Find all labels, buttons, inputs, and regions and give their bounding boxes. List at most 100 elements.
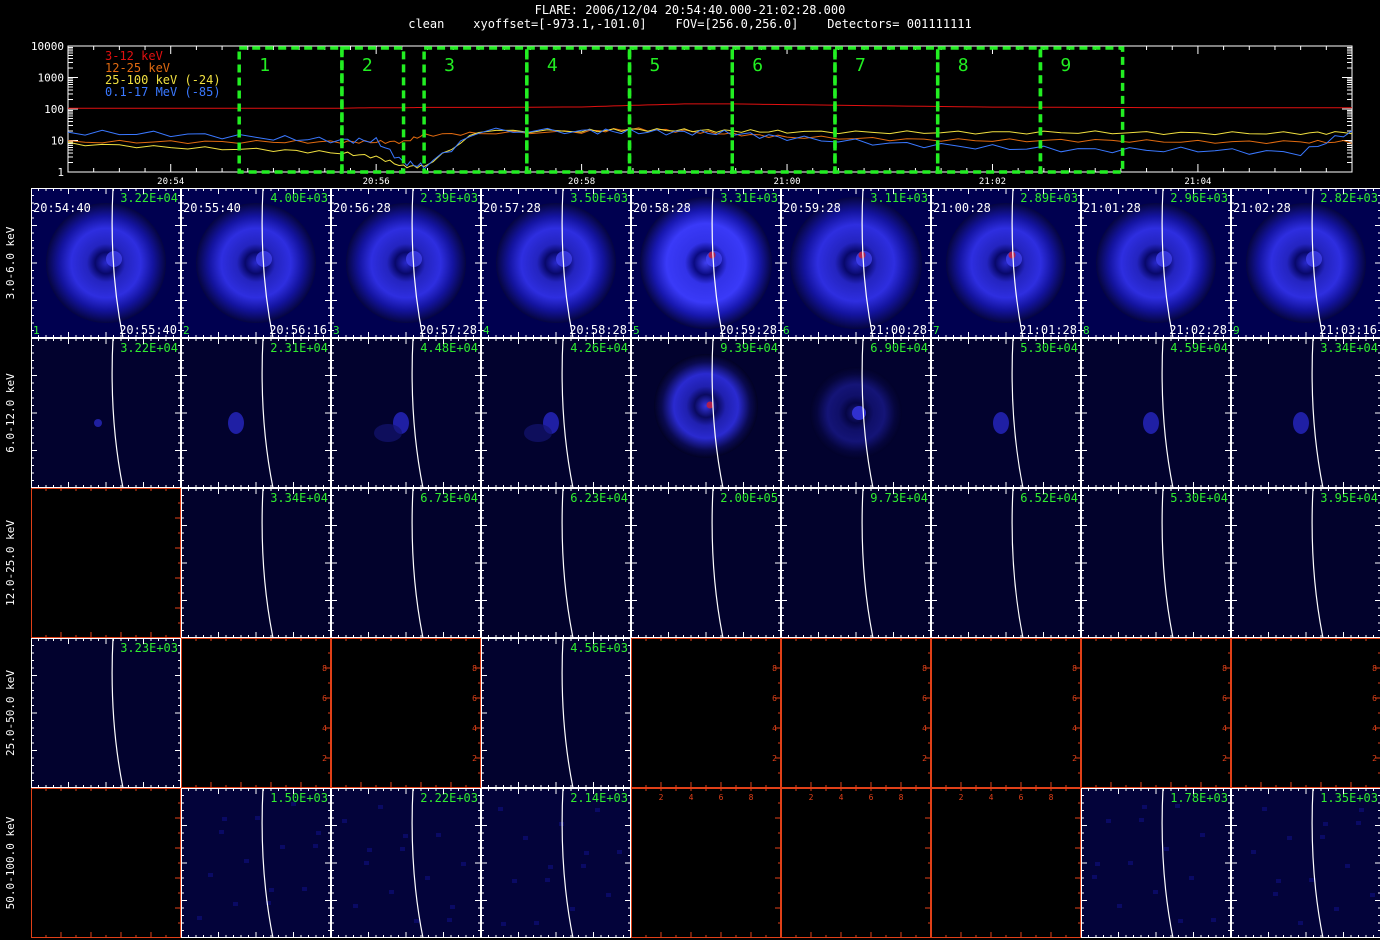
noise-speck [461,862,466,866]
interval-label: 9 [1060,55,1071,76]
panel-background [331,638,481,788]
panel-max-value: 6.90E+04 [870,341,928,355]
panel-max-value: 5.30E+04 [1170,491,1228,505]
noise-speck [1164,847,1169,851]
image-panel: 1.78E+03 [1081,787,1231,939]
image-panel-grid: 3.0-6.0 keV 6.0-12.0 keV 12.0-25.0 keV 25.0… [4,187,1380,939]
image-panel: 9.39E+04 [631,337,781,489]
image-panel: 3.22E+04 [31,337,181,489]
noise-speck [436,833,441,837]
empty-axis-label: 2 [1072,754,1077,763]
noise-speck [559,822,564,826]
source-halo [524,424,552,442]
noise-speck [1345,864,1350,868]
panel-background [181,338,331,488]
panel-max-value: 2.89E+03 [1020,191,1078,205]
panel-max-value: 2.14E+03 [570,791,628,805]
empty-axis-label: 6 [472,694,477,703]
interval-box-4 [525,46,632,174]
noise-speck [570,907,575,911]
interval-box-7 [833,46,940,174]
interval-label: 7 [855,55,866,76]
noise-speck [280,845,285,849]
image-panel [31,788,181,938]
panel-max-value: 4.48E+04 [420,341,478,355]
image-panel: 2.31E+04 [181,337,331,489]
noise-speck [1298,921,1303,925]
source-blob [228,412,244,434]
image-panel: 4.48E+04 [331,337,481,489]
source-core [708,251,716,259]
source-image [496,203,616,323]
image-panel: 1.35E+03 [1231,787,1380,939]
panel-background [181,788,331,938]
image-panel: 6.73E+04 [331,487,481,639]
empty-axis-label: 6 [869,793,874,802]
noise-speck [1320,835,1325,839]
empty-axis-label: 6 [1019,793,1024,802]
panel-max-value: 3.50E+03 [570,191,628,205]
panel-background [781,638,931,788]
image-panel: 2 4 6 8 [331,638,481,788]
series-line-4 [67,127,1353,170]
source-image [1246,203,1366,323]
empty-axis-label: 8 [322,664,327,673]
interval-label: 1 [259,55,270,76]
image-panel: 2 4 6 8 [781,788,931,938]
panel-interval-number: 5 [633,324,640,337]
band-label: 6.0-12.0 keV [4,373,17,453]
panel-interval-number: 4 [483,324,490,337]
band-label: 25.0-50.0 keV [4,670,17,756]
noise-speck [316,831,321,835]
interval-box-1 [237,46,344,174]
empty-axis-label: 8 [1049,793,1054,802]
image-panel: 2.14E+03 [481,787,631,939]
panel-max-value: 9.73E+04 [870,491,928,505]
empty-axis-label: 6 [322,694,327,703]
noise-speck [208,873,213,877]
image-panel: 2 4 6 8 [631,788,781,938]
series-line-3 [67,128,1353,169]
image-panel: 2.22E+03 [331,787,481,939]
panel-background [1081,638,1231,788]
y-tick-label: 100 [44,103,64,116]
panel-start-time: 20:56:28 [333,201,391,215]
panel-interval-number: 6 [783,324,790,337]
source-blob [94,419,102,427]
noise-speck [400,847,405,851]
panel-max-value: 3.11E+03 [870,191,928,205]
panel-background [1081,488,1231,638]
panel-background [1231,638,1380,788]
panel-max-value: 4.56E+03 [570,641,628,655]
empty-axis-label: 6 [1372,694,1377,703]
image-panel: 6.23E+04 [481,487,631,639]
panel-max-value: 2.22E+03 [420,791,478,805]
image-panel: 2 4 6 8 [631,638,781,788]
image-panel: 2.89E+03 21:00:28 21:01:28 7 [931,187,1081,339]
panel-end-time: 21:02:28 [1169,323,1227,337]
noise-speck [1287,836,1292,840]
noise-speck [595,808,600,812]
empty-axis-label: 8 [922,664,927,673]
source-image [46,203,166,323]
noise-speck [1370,893,1375,897]
interval-box-9 [1038,46,1125,174]
plot-header: FLARE: 2006/12/04 20:54:40.000-21:02:28.… [0,0,1380,34]
image-panel: 3.50E+03 20:57:28 20:58:28 4 [481,187,631,339]
x-tick-label: 21:04 [1184,177,1211,186]
empty-axis-label: 4 [689,793,694,802]
panel-background [931,488,1081,638]
empty-axis-label: 4 [1072,724,1077,733]
panel-start-time: 21:02:28 [1233,201,1291,215]
empty-axis-label: 6 [719,793,724,802]
empty-axis-label: 2 [922,754,927,763]
image-panel: 2.39E+03 20:56:28 20:57:28 3 [331,187,481,339]
noise-speck [584,851,589,855]
x-tick-label: 20:56 [363,177,390,186]
x-tick-label: 21:02 [979,177,1006,186]
empty-axis-label: 6 [1072,694,1077,703]
interval-box-8 [935,46,1043,174]
empty-axis-label: 2 [322,754,327,763]
panel-max-value: 3.34E+04 [1320,341,1378,355]
empty-axis-label: 4 [322,724,327,733]
